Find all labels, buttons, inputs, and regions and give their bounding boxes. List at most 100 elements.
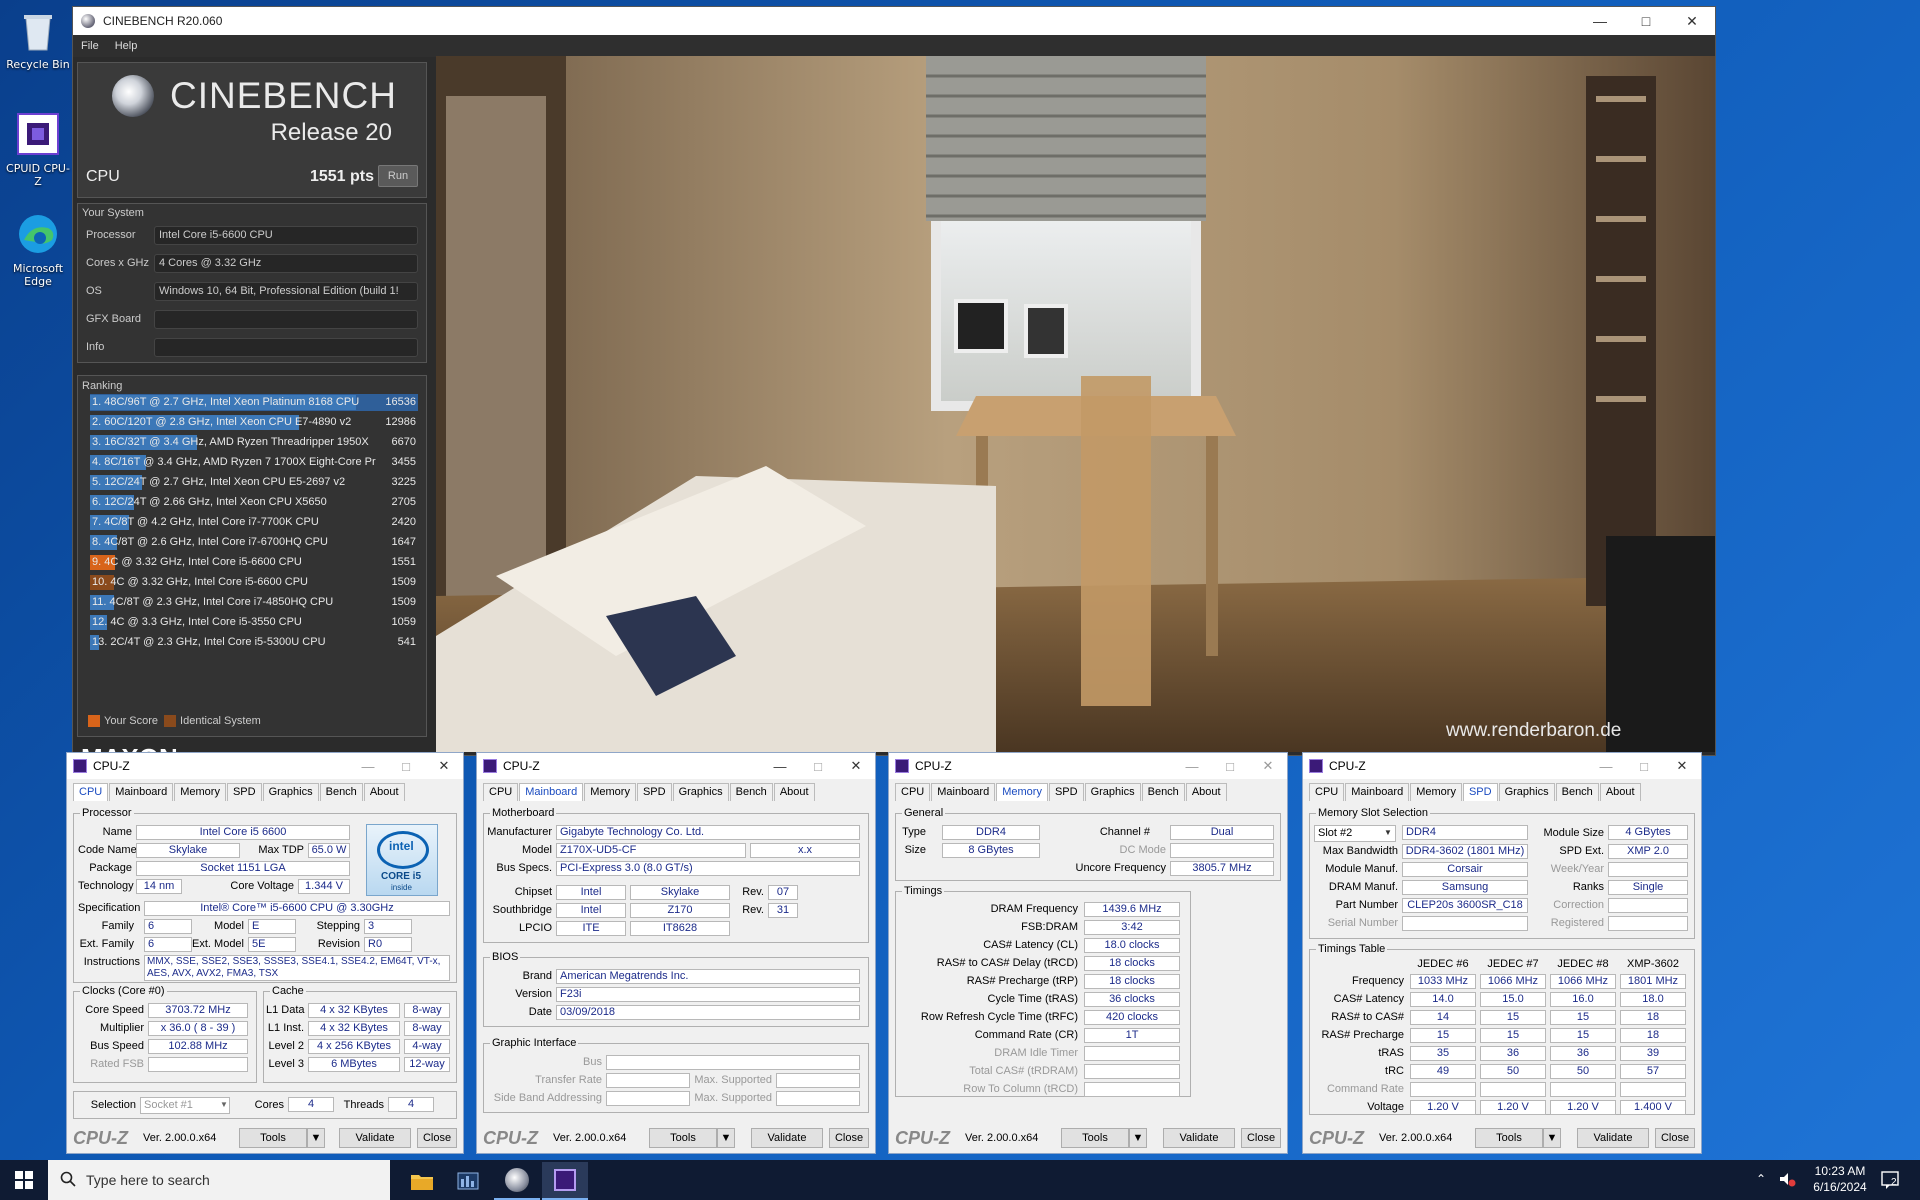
tab-spd[interactable]: SPD xyxy=(1048,783,1084,801)
ranking-row[interactable]: 7. 4C/8T @ 4.2 GHz, Intel Core i7-7700K … xyxy=(90,514,418,531)
tools-button[interactable]: Tools xyxy=(1475,1128,1543,1148)
tab-cpu[interactable]: CPU xyxy=(895,783,931,801)
tab-mainboard[interactable]: Mainboard xyxy=(519,783,584,801)
close-window-button[interactable]: Close xyxy=(1241,1128,1281,1148)
maximize-button[interactable]: □ xyxy=(387,753,425,779)
minimize-button[interactable]: — xyxy=(1587,753,1625,779)
tab-memory[interactable]: Memory xyxy=(1410,783,1462,801)
validate-button[interactable]: Validate xyxy=(1163,1128,1235,1148)
ranking-row[interactable]: 8. 4C/8T @ 2.6 GHz, Intel Core i7-6700HQ… xyxy=(90,534,418,551)
close-button[interactable]: ✕ xyxy=(1663,753,1701,779)
tab-spd[interactable]: SPD xyxy=(226,783,262,801)
ranking-row[interactable]: 6. 12C/24T @ 2.66 GHz, Intel Xeon CPU X5… xyxy=(90,494,418,511)
tab-graphics[interactable]: Graphics xyxy=(1498,783,1555,801)
volume-muted-icon[interactable] xyxy=(1778,1170,1796,1188)
tab-mainboard[interactable]: Mainboard xyxy=(931,783,996,801)
ranking-row[interactable]: 11. 4C/8T @ 2.3 GHz, Intel Core i7-4850H… xyxy=(90,594,418,611)
ranking-row[interactable]: 4. 8C/16T @ 3.4 GHz, AMD Ryzen 7 1700X E… xyxy=(90,454,418,471)
tools-dropdown-button[interactable]: ▼ xyxy=(1129,1128,1147,1148)
close-window-button[interactable]: Close xyxy=(417,1128,457,1148)
menu-help[interactable]: Help xyxy=(107,40,146,52)
desktop-icon-recycle-bin[interactable]: Recycle Bin xyxy=(3,6,73,71)
menu-file[interactable]: File xyxy=(73,40,107,52)
notification-icon[interactable]: 2 xyxy=(1880,1170,1902,1190)
minimize-button[interactable]: — xyxy=(1173,753,1211,779)
spd-row-label: Frequency xyxy=(1352,975,1404,987)
desktop-icon-edge[interactable]: Microsoft Edge xyxy=(3,210,73,288)
validate-button[interactable]: Validate xyxy=(751,1128,823,1148)
close-window-button[interactable]: Close xyxy=(829,1128,869,1148)
ranking-row[interactable]: 1. 48C/96T @ 2.7 GHz, Intel Xeon Platinu… xyxy=(90,394,418,411)
taskbar-search-box[interactable]: Type here to search xyxy=(48,1160,390,1200)
validate-button[interactable]: Validate xyxy=(339,1128,411,1148)
tab-about[interactable]: About xyxy=(773,783,815,801)
ranking-row[interactable]: 5. 12C/24T @ 2.7 GHz, Intel Xeon CPU E5-… xyxy=(90,474,418,491)
taskbar-cpuz[interactable] xyxy=(542,1162,588,1200)
run-button[interactable]: Run xyxy=(378,165,418,187)
tab-about[interactable]: About xyxy=(363,783,405,801)
tab-about[interactable]: About xyxy=(1185,783,1227,801)
ranking-row[interactable]: 3. 16C/32T @ 3.4 GHz, AMD Ryzen Threadri… xyxy=(90,434,418,451)
tab-bench[interactable]: Bench xyxy=(1555,783,1599,801)
taskbar-cinebench[interactable] xyxy=(494,1162,540,1200)
start-button[interactable] xyxy=(0,1160,48,1200)
clock-time: 10:23 AM xyxy=(1814,1164,1866,1178)
timing-value: 18 clocks xyxy=(1084,974,1180,989)
tray-chevron-up-icon[interactable]: ⌃ xyxy=(1756,1172,1766,1186)
tools-dropdown-button[interactable]: ▼ xyxy=(1543,1128,1561,1148)
desktop-icon-cpuz[interactable]: CPUID CPU-Z xyxy=(3,110,73,188)
cinebench-titlebar[interactable]: CINEBENCH R20.060 — □ ✕ xyxy=(73,7,1715,35)
cpuz-titlebar[interactable]: CPU-Z — □ ✕ xyxy=(67,753,463,779)
tab-graphics[interactable]: Graphics xyxy=(672,783,729,801)
ranking-row[interactable]: 2. 60C/120T @ 2.8 GHz, Intel Xeon CPU E7… xyxy=(90,414,418,431)
cpuz-titlebar[interactable]: CPU-Z — □ ✕ xyxy=(477,753,875,779)
tab-bench[interactable]: Bench xyxy=(729,783,773,801)
tab-graphics[interactable]: Graphics xyxy=(1084,783,1141,801)
tools-button[interactable]: Tools xyxy=(239,1128,307,1148)
taskbar-app-2[interactable] xyxy=(446,1164,490,1198)
tools-dropdown-button[interactable]: ▼ xyxy=(717,1128,735,1148)
close-button[interactable]: ✕ xyxy=(837,753,875,779)
validate-button[interactable]: Validate xyxy=(1577,1128,1649,1148)
maximize-button[interactable]: □ xyxy=(1211,753,1249,779)
cinebench-taskbar-icon xyxy=(505,1168,529,1192)
selection-dropdown[interactable]: Socket #1 xyxy=(140,1097,230,1114)
system-value[interactable] xyxy=(154,337,418,357)
ranking-row[interactable]: 12. 4C @ 3.3 GHz, Intel Core i5-3550 CPU… xyxy=(90,614,418,631)
maximize-button[interactable]: □ xyxy=(1623,7,1669,35)
ranking-row[interactable]: 9. 4C @ 3.32 GHz, Intel Core i5-6600 CPU… xyxy=(90,554,418,571)
ranking-row[interactable]: 13. 2C/4T @ 2.3 GHz, Intel Core i5-5300U… xyxy=(90,634,418,651)
tab-cpu[interactable]: CPU xyxy=(73,783,109,801)
cpuz-titlebar[interactable]: CPU-Z — □ ✕ xyxy=(889,753,1287,779)
tools-dropdown-button[interactable]: ▼ xyxy=(307,1128,325,1148)
tab-bench[interactable]: Bench xyxy=(319,783,363,801)
tab-mainboard[interactable]: Mainboard xyxy=(1345,783,1410,801)
tab-graphics[interactable]: Graphics xyxy=(262,783,319,801)
tools-button[interactable]: Tools xyxy=(1061,1128,1129,1148)
legend-identical: Identical System xyxy=(180,715,261,727)
tab-about[interactable]: About xyxy=(1599,783,1641,801)
tab-cpu[interactable]: CPU xyxy=(483,783,519,801)
minimize-button[interactable]: — xyxy=(349,753,387,779)
tab-spd[interactable]: SPD xyxy=(1462,783,1498,801)
tab-memory[interactable]: Memory xyxy=(174,783,226,801)
close-button[interactable]: ✕ xyxy=(1669,7,1715,35)
maximize-button[interactable]: □ xyxy=(1625,753,1663,779)
tab-bench[interactable]: Bench xyxy=(1141,783,1185,801)
tools-button[interactable]: Tools xyxy=(649,1128,717,1148)
tab-spd[interactable]: SPD xyxy=(636,783,672,801)
tab-memory[interactable]: Memory xyxy=(584,783,636,801)
ranking-row[interactable]: 10. 4C @ 3.32 GHz, Intel Core i5-6600 CP… xyxy=(90,574,418,591)
minimize-button[interactable]: — xyxy=(761,753,799,779)
close-button[interactable]: ✕ xyxy=(425,753,463,779)
tab-cpu[interactable]: CPU xyxy=(1309,783,1345,801)
close-window-button[interactable]: Close xyxy=(1655,1128,1695,1148)
tab-memory[interactable]: Memory xyxy=(996,783,1048,801)
cpuz-titlebar[interactable]: CPU-Z — □ ✕ xyxy=(1303,753,1701,779)
tab-mainboard[interactable]: Mainboard xyxy=(109,783,174,801)
minimize-button[interactable]: — xyxy=(1577,7,1623,35)
taskbar-file-explorer[interactable] xyxy=(400,1164,444,1198)
taskbar-clock[interactable]: 10:23 AM 6/16/2024 xyxy=(1800,1163,1880,1195)
close-button[interactable]: ✕ xyxy=(1249,753,1287,779)
maximize-button[interactable]: □ xyxy=(799,753,837,779)
